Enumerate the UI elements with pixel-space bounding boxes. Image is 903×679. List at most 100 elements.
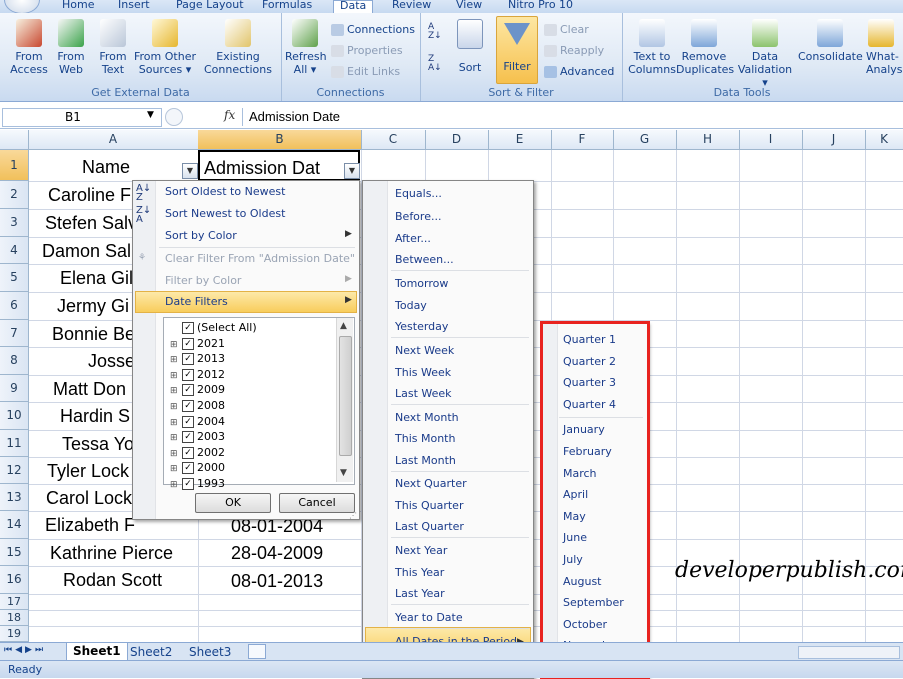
row-header-18[interactable]: 18 <box>0 610 29 626</box>
row-header-15[interactable]: 15 <box>0 539 29 566</box>
tab-sheet2[interactable]: Sheet2 <box>130 645 172 659</box>
tree-item-year[interactable]: ⊞ ✓ 1993 <box>170 477 225 490</box>
menu-sort-by-color[interactable]: Sort by Color <box>165 229 237 242</box>
cell-a11[interactable]: Tessa Yo <box>62 434 134 455</box>
column-header-d[interactable]: D <box>425 130 489 149</box>
cell-a3[interactable]: Stefen Salv <box>45 213 137 234</box>
column-header-j[interactable]: J <box>802 130 866 149</box>
scroll-down-icon[interactable]: ▼ <box>340 468 347 478</box>
cell-a15[interactable]: Kathrine Pierce <box>50 543 173 564</box>
row-header-19[interactable]: 19 <box>0 626 29 642</box>
date-filter-before[interactable]: Before... <box>395 210 441 223</box>
office-button[interactable] <box>4 0 40 14</box>
insert-sheet-icon[interactable] <box>248 644 266 659</box>
checkbox-checked-icon[interactable]: ✓ <box>182 446 194 459</box>
cell-a10[interactable]: Hardin S <box>60 406 130 427</box>
date-filter-yesterday[interactable]: Yesterday <box>395 320 448 333</box>
cell-a7[interactable]: Bonnie Be <box>52 324 135 345</box>
checkbox-checked-icon[interactable]: ✓ <box>182 368 194 381</box>
name-box-dropdown-icon[interactable]: ▼ <box>147 110 154 120</box>
tab-sheet3[interactable]: Sheet3 <box>189 645 231 659</box>
tab-insert[interactable]: Insert <box>118 0 150 14</box>
from-text-button[interactable]: From Text <box>94 19 132 76</box>
name-box[interactable]: B1 ▼ <box>2 108 162 127</box>
tree-item-year[interactable]: ⊞ ✓ 2009 <box>170 383 225 397</box>
tab-formulas[interactable]: Formulas <box>262 0 312 14</box>
active-cell-b1[interactable]: Admission Dat <box>198 150 360 181</box>
column-header-e[interactable]: E <box>488 130 552 149</box>
filter-values-list[interactable]: ✓ (Select All) ⊞ ✓ 2021 ⊞ ✓ 2013 ⊞ ✓ 2012 ⊞ ✓ 2009 ⊞ ✓ 2… <box>163 317 355 490</box>
date-filter-this-month[interactable]: This Month <box>395 432 455 445</box>
expand-plus-icon[interactable]: ⊞ <box>170 355 179 365</box>
row-header-9[interactable]: 9 <box>0 375 29 402</box>
row-header-13[interactable]: 13 <box>0 484 29 511</box>
menu-sort-newest[interactable]: Sort Newest to Oldest <box>165 207 285 220</box>
column-header-b[interactable]: B <box>198 130 362 149</box>
cell-a16[interactable]: Rodan Scott <box>63 570 162 591</box>
tab-nitro[interactable]: Nitro Pro 10 <box>508 0 573 14</box>
column-header-f[interactable]: F <box>551 130 614 149</box>
expand-plus-icon[interactable]: ⊞ <box>170 464 179 474</box>
expand-plus-icon[interactable]: ⊞ <box>170 371 179 381</box>
sort-za-icon[interactable]: Z A↓ <box>428 55 444 75</box>
clear-filter-button[interactable]: Clear <box>544 23 589 36</box>
date-filter-tomorrow[interactable]: Tomorrow <box>395 277 448 290</box>
row-header-12[interactable]: 12 <box>0 457 29 484</box>
text-to-columns-button[interactable]: Text to Columns <box>626 19 678 76</box>
tree-item-year[interactable]: ⊞ ✓ 2021 <box>170 337 225 350</box>
tree-item-year[interactable]: ⊞ ✓ 2003 <box>170 430 225 444</box>
checkbox-checked-icon[interactable]: ✓ <box>182 462 194 475</box>
expand-plus-icon[interactable]: ⊞ <box>170 449 179 459</box>
tab-page-layout[interactable]: Page Layout <box>176 0 244 14</box>
date-filter-today[interactable]: Today <box>395 299 427 312</box>
refresh-all-button[interactable]: Refresh All ▾ <box>285 19 327 76</box>
cell-b15[interactable]: 28-04-2009 <box>231 543 323 564</box>
connections-button[interactable]: Connections <box>331 23 415 36</box>
cell-b16[interactable]: 08-01-2013 <box>231 571 323 592</box>
expand-plus-icon[interactable]: ⊞ <box>170 418 179 428</box>
row-header-5[interactable]: 5 <box>0 264 29 292</box>
checkbox-checked-icon[interactable]: ✓ <box>182 337 194 350</box>
expand-plus-icon[interactable]: ⊞ <box>170 386 179 396</box>
horizontal-scrollbar[interactable] <box>798 646 900 659</box>
tree-item-year[interactable]: ⊞ ✓ 2012 <box>170 368 225 381</box>
menu-sort-oldest[interactable]: Sort Oldest to Newest <box>165 185 285 198</box>
properties-button[interactable]: Properties <box>331 44 403 57</box>
column-header-g[interactable]: G <box>613 130 677 149</box>
sheet-nav-arrows-icon[interactable]: ⏮◀▶⏭ <box>4 645 46 655</box>
consolidate-button[interactable]: Consolidate <box>798 19 863 63</box>
expand-plus-icon[interactable]: ⊞ <box>170 480 179 490</box>
sort-button[interactable]: Sort <box>450 19 490 74</box>
tab-data[interactable]: Data <box>333 0 374 14</box>
row-header-16[interactable]: 16 <box>0 566 29 594</box>
row-header-11[interactable]: 11 <box>0 430 29 457</box>
from-other-sources-button[interactable]: From Other Sources ▾ <box>134 19 196 76</box>
formula-input[interactable]: Admission Date <box>242 108 903 126</box>
select-all-corner[interactable] <box>0 130 29 149</box>
date-filter-between[interactable]: Between... <box>395 253 454 266</box>
date-filter-after[interactable]: After... <box>395 232 431 245</box>
date-filter-next-week[interactable]: Next Week <box>395 344 454 357</box>
column-header-h[interactable]: H <box>676 130 740 149</box>
formula-bar-toggle-icon[interactable] <box>165 108 183 126</box>
tree-item-year[interactable]: ⊞ ✓ 2002 <box>170 446 225 459</box>
tab-review[interactable]: Review <box>392 0 431 14</box>
tab-home[interactable]: Home <box>62 0 94 14</box>
row-header-2[interactable]: 2 <box>0 181 29 209</box>
cell-a13[interactable]: Carol Lock <box>46 488 132 509</box>
row-header-3[interactable]: 3 <box>0 209 29 237</box>
list-scrollbar[interactable]: ▲ ▼ <box>336 318 353 482</box>
row-header-1[interactable]: 1 <box>0 150 29 181</box>
checkbox-checked-icon[interactable]: ✓ <box>182 478 194 490</box>
date-filter-this-week[interactable]: This Week <box>395 366 451 379</box>
tab-sheet1[interactable]: Sheet1 <box>66 643 128 661</box>
scroll-thumb[interactable] <box>339 336 352 456</box>
sort-az-icon[interactable]: A Z↓ <box>428 23 444 43</box>
expand-plus-icon[interactable]: ⊞ <box>170 433 179 443</box>
checkbox-checked-icon[interactable]: ✓ <box>182 384 194 397</box>
cell-a8[interactable]: Josse <box>88 351 135 372</box>
date-filter-last-month[interactable]: Last Month <box>395 454 456 467</box>
edit-links-button[interactable]: Edit Links <box>331 65 400 78</box>
from-access-button[interactable]: From Access <box>8 19 50 76</box>
row-header-14[interactable]: 14 <box>0 511 29 539</box>
